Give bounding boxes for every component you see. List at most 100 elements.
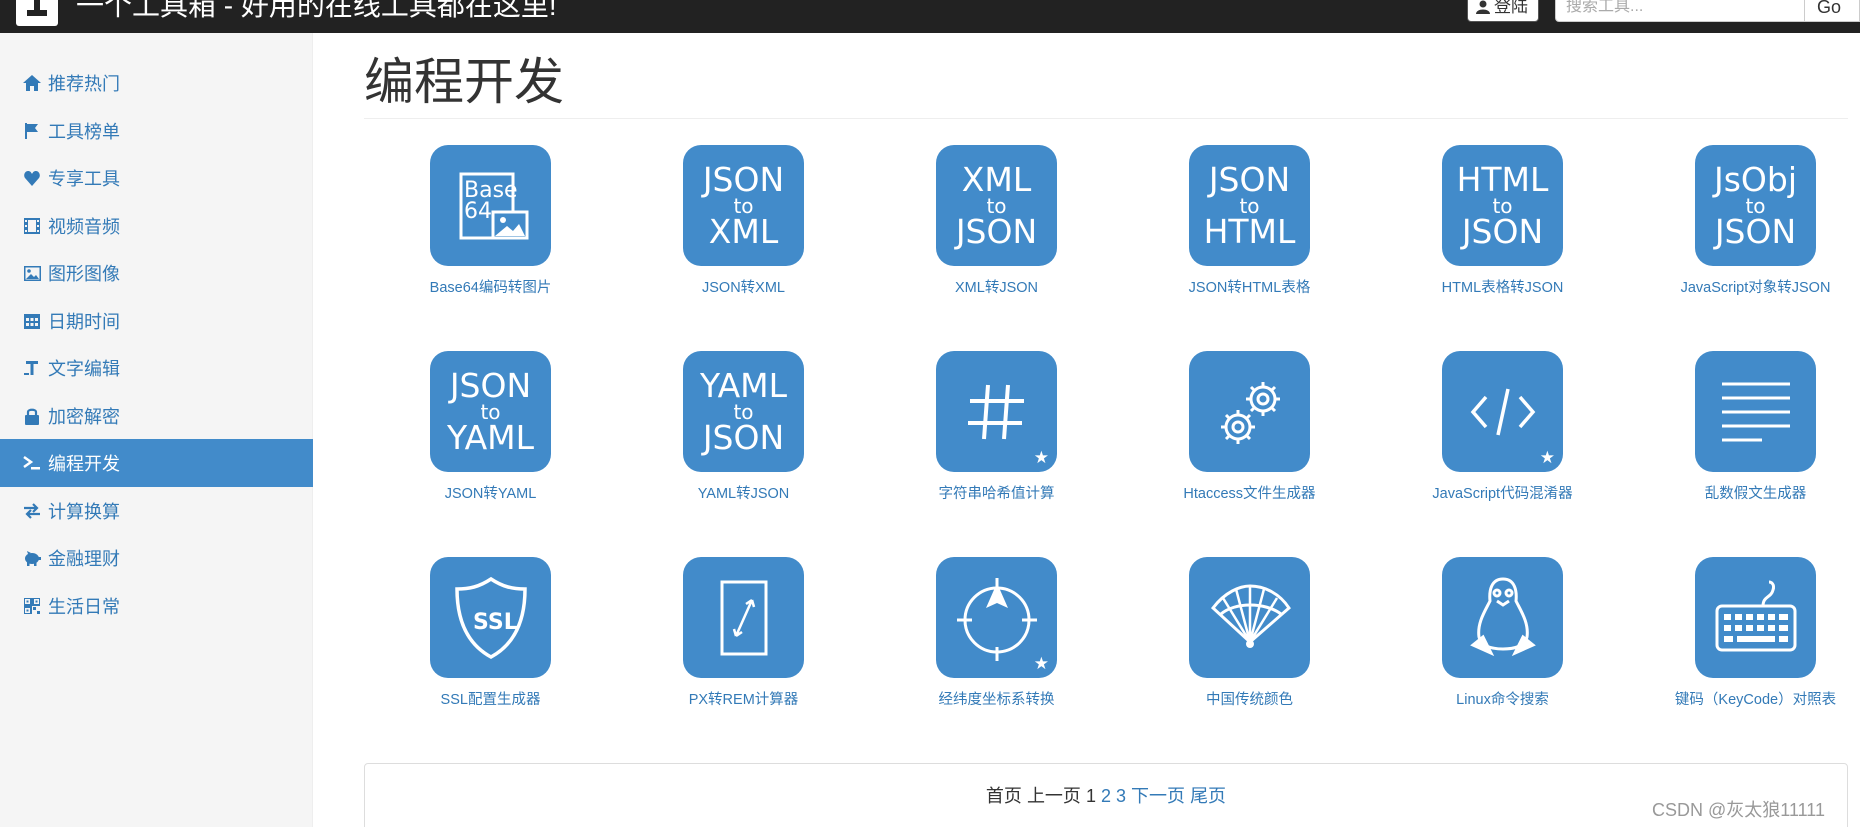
tool-card[interactable]: XML to JSON XML转JSON — [870, 145, 1123, 297]
pagination-page-1[interactable]: 1 — [1086, 786, 1096, 806]
sidebar-item-datetime[interactable]: 日期时间 — [0, 297, 313, 345]
sidebar-item-label: 文字编辑 — [48, 359, 120, 379]
sidebar-item-video-audio[interactable]: 视频音频 — [0, 202, 313, 250]
tool-card[interactable]: YAML to JSON YAML转JSON — [617, 351, 870, 503]
flag-icon — [22, 121, 42, 141]
tool-label[interactable]: 经纬度坐标系转换 — [870, 688, 1123, 709]
sidebar-item-label: 推荐热门 — [48, 74, 120, 94]
tool-card[interactable]: JSON to YAML JSON转YAML — [364, 351, 617, 503]
tool-card[interactable]: Linux命令搜索 — [1376, 557, 1629, 709]
tool-label[interactable]: Base64编码转图片 — [364, 276, 617, 297]
tile-text: 64 — [464, 199, 492, 224]
tool-label[interactable]: PX转REM计算器 — [617, 688, 870, 709]
tool-card[interactable]: Base 64 Base64编码转图片 — [364, 145, 617, 297]
tux-icon[interactable] — [1442, 557, 1563, 678]
sidebar-item-label: 专享工具 — [48, 169, 120, 189]
sidebar: 推荐热门 工具榜单 专享工具 视频音频 图形图像 日期时间 文字编辑 加密解密 … — [0, 33, 313, 827]
tool-card[interactable]: ★ JavaScript代码混淆器 — [1376, 351, 1629, 503]
tool-card[interactable]: ★ 字符串哈希值计算 — [870, 351, 1123, 503]
tool-label[interactable]: 键码（KeyCode）对照表 — [1629, 688, 1860, 709]
html-to-json-icon[interactable]: HTML to JSON — [1442, 145, 1563, 266]
qrcode-icon — [22, 596, 42, 616]
tool-card[interactable]: Htaccess文件生成器 — [1123, 351, 1376, 503]
tool-label[interactable]: JavaScript代码混淆器 — [1376, 482, 1629, 503]
json-to-xml-icon[interactable]: JSON to XML — [683, 145, 804, 266]
sidebar-item-exclusive[interactable]: 专享工具 — [0, 154, 313, 202]
pagination-prev[interactable]: 上一页 — [1027, 786, 1081, 806]
xml-to-json-icon[interactable]: XML to JSON — [936, 145, 1057, 266]
base64-image-icon[interactable]: Base 64 — [430, 145, 551, 266]
hash-icon[interactable]: ★ — [936, 351, 1057, 472]
login-button[interactable]: 登陆 — [1467, 0, 1539, 22]
tool-label[interactable]: 乱数假文生成器 — [1629, 482, 1860, 503]
tool-label[interactable]: JSON转YAML — [364, 482, 617, 503]
tile-text: JsObj — [1713, 159, 1797, 199]
pagination-page-2[interactable]: 2 — [1101, 786, 1111, 806]
tool-card[interactable]: 乱数假文生成器 — [1629, 351, 1860, 503]
tool-label[interactable]: XML转JSON — [870, 276, 1123, 297]
console-icon — [22, 453, 42, 473]
ssl-shield-icon[interactable]: SSL — [430, 557, 551, 678]
sidebar-item-finance[interactable]: 金融理财 — [0, 534, 313, 582]
sidebar-item-recommended[interactable]: 推荐热门 — [0, 59, 313, 107]
site-title[interactable]: 一个工具箱 - 好用的在线工具都在这里! — [76, 0, 557, 22]
sidebar-item-rankings[interactable]: 工具榜单 — [0, 107, 313, 155]
tool-label[interactable]: SSL配置生成器 — [364, 688, 617, 709]
tool-card[interactable]: ★ 经纬度坐标系转换 — [870, 557, 1123, 709]
pagination-last[interactable]: 尾页 — [1190, 786, 1226, 806]
calendar-icon — [22, 311, 42, 331]
tool-card[interactable]: 中国传统颜色 — [1123, 557, 1376, 709]
sidebar-item-label: 图形图像 — [48, 264, 120, 284]
gears-icon[interactable] — [1189, 351, 1310, 472]
json-to-html-icon[interactable]: JSON to HTML — [1189, 145, 1310, 266]
sidebar-item-label: 加密解密 — [48, 407, 120, 427]
tool-label[interactable]: JSON转HTML表格 — [1123, 276, 1376, 297]
tool-label[interactable]: Linux命令搜索 — [1376, 688, 1629, 709]
tile-text: JSON — [1714, 211, 1797, 251]
tool-card[interactable]: JsObj to JSON JavaScript对象转JSON — [1629, 145, 1860, 297]
search-input[interactable] — [1555, 0, 1805, 22]
compass-icon[interactable]: ★ — [936, 557, 1057, 678]
piggy-bank-icon — [22, 548, 42, 568]
json-to-yaml-icon[interactable]: JSON to YAML — [430, 351, 551, 472]
yaml-to-json-icon[interactable]: YAML to JSON — [683, 351, 804, 472]
tool-card[interactable]: JSON to HTML JSON转HTML表格 — [1123, 145, 1376, 297]
sidebar-item-encryption[interactable]: 加密解密 — [0, 392, 313, 440]
picture-icon — [22, 263, 42, 283]
tile-text: JSON — [702, 159, 785, 199]
tile-text: XML — [961, 159, 1032, 199]
fan-icon[interactable] — [1189, 557, 1310, 678]
keyboard-icon[interactable] — [1695, 557, 1816, 678]
code-icon[interactable]: ★ — [1442, 351, 1563, 472]
tool-label[interactable]: YAML转JSON — [617, 482, 870, 503]
search-go-button[interactable]: Go — [1805, 0, 1860, 22]
sidebar-item-programming[interactable]: 编程开发 — [0, 439, 313, 487]
tool-label[interactable]: JavaScript对象转JSON — [1629, 276, 1860, 297]
tool-label[interactable]: 中国传统颜色 — [1123, 688, 1376, 709]
heart-icon — [22, 168, 42, 188]
tool-card[interactable]: 键码（KeyCode）对照表 — [1629, 557, 1860, 709]
pagination-page-3[interactable]: 3 — [1116, 786, 1126, 806]
brand-logo-icon[interactable] — [16, 0, 58, 26]
page-title: 编程开发 — [364, 54, 564, 110]
tool-card[interactable]: SSL SSL配置生成器 — [364, 557, 617, 709]
lock-icon — [22, 406, 42, 426]
tool-label[interactable]: 字符串哈希值计算 — [870, 482, 1123, 503]
lines-icon[interactable] — [1695, 351, 1816, 472]
sidebar-item-calculation[interactable]: 计算换算 — [0, 487, 313, 535]
pagination-next[interactable]: 下一页 — [1131, 786, 1185, 806]
pagination-first[interactable]: 首页 — [986, 786, 1022, 806]
tool-card[interactable]: HTML to JSON HTML表格转JSON — [1376, 145, 1629, 297]
sidebar-item-text-edit[interactable]: 文字编辑 — [0, 344, 313, 392]
tool-label[interactable]: JSON转XML — [617, 276, 870, 297]
tool-card[interactable]: PX转REM计算器 — [617, 557, 870, 709]
sidebar-item-daily-life[interactable]: 生活日常 — [0, 582, 313, 630]
login-label: 登陆 — [1494, 0, 1528, 16]
tool-label[interactable]: HTML表格转JSON — [1376, 276, 1629, 297]
user-icon — [1476, 0, 1490, 14]
resize-arrow-icon[interactable] — [683, 557, 804, 678]
tool-label[interactable]: Htaccess文件生成器 — [1123, 482, 1376, 503]
sidebar-item-graphics[interactable]: 图形图像 — [0, 249, 313, 297]
jsobj-to-json-icon[interactable]: JsObj to JSON — [1695, 145, 1816, 266]
tool-card[interactable]: JSON to XML JSON转XML — [617, 145, 870, 297]
